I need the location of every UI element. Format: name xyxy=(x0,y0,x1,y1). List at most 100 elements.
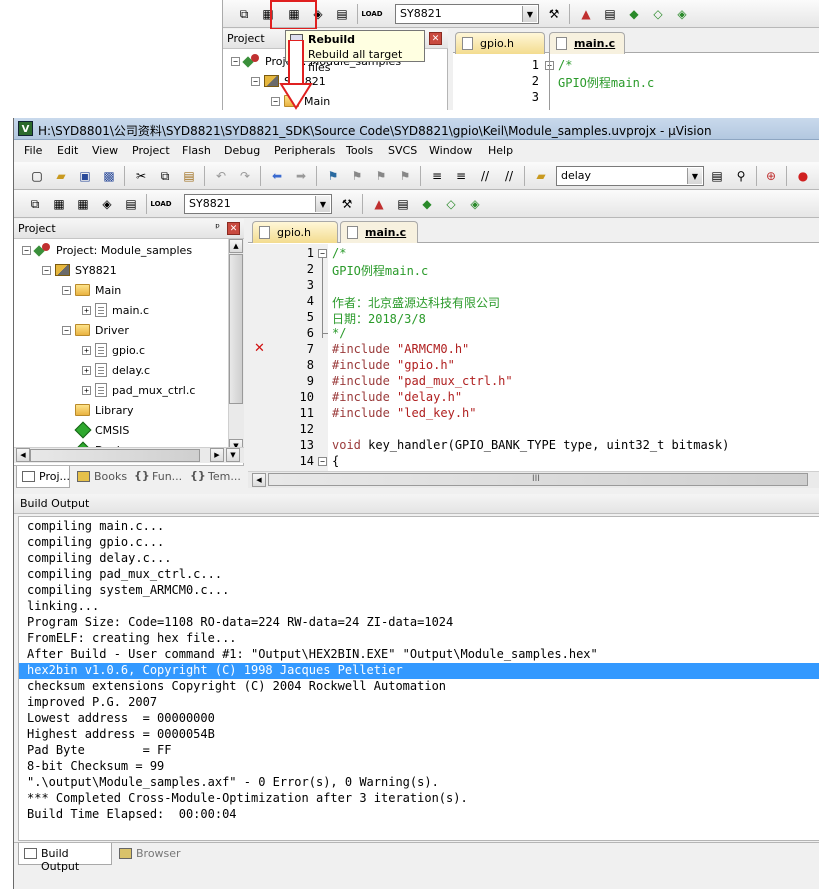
save-icon[interactable]: ▣ xyxy=(76,167,94,185)
collapse-icon[interactable]: − xyxy=(62,285,71,295)
tab-browser[interactable]: Browser xyxy=(114,843,184,865)
tree-item[interactable]: − Driver xyxy=(62,321,129,339)
output-line[interactable]: compiling pad_mux_ctrl.c... xyxy=(19,567,819,583)
translate-icon[interactable]: ⧉ xyxy=(235,5,253,23)
output-line[interactable]: 8-bit Checksum = 99 xyxy=(19,759,819,775)
menu-flash[interactable]: Flash xyxy=(182,144,211,157)
scroll-right-icon[interactable]: ▶ xyxy=(210,448,224,462)
inset-tab-gpio-h[interactable]: gpio.h xyxy=(455,32,545,54)
scroll-left-icon[interactable]: ◀ xyxy=(252,473,266,487)
rebuild-icon[interactable]: ▦ xyxy=(74,195,92,213)
tree-item[interactable]: + gpio.c xyxy=(82,341,145,359)
tab-templates[interactable]: {} Tem... xyxy=(186,466,244,488)
manage-components-icon[interactable]: ▲ xyxy=(370,195,388,213)
tab-functions[interactable]: {} Fun... xyxy=(130,466,186,488)
cut-icon[interactable]: ✂ xyxy=(132,167,150,185)
menu-project[interactable]: Project xyxy=(132,144,170,157)
output-line[interactable]: After Build - User command #1: "Output\H… xyxy=(19,647,819,663)
find-icon[interactable]: ⚲ xyxy=(732,167,750,185)
run-time-environment-icon[interactable]: ◈ xyxy=(673,5,691,23)
output-line-selected[interactable]: hex2bin v1.0.6, Copyright (C) 1998 Jacqu… xyxy=(19,663,819,679)
indent-icon[interactable]: ≡ xyxy=(428,167,446,185)
target-select[interactable]: SY8821 ▼ xyxy=(395,4,539,24)
build-icon[interactable]: ▦ xyxy=(50,195,68,213)
output-line[interactable]: Build Time Elapsed: 00:00:04 xyxy=(19,807,819,823)
bookmark-icon[interactable]: ⚑ xyxy=(324,167,342,185)
tree-item[interactable]: + delay.c xyxy=(82,361,150,379)
output-line[interactable]: compiling gpio.c... xyxy=(19,535,819,551)
debug-session-icon[interactable]: ⊕ xyxy=(762,167,780,185)
output-line[interactable]: Program Size: Code=1108 RO-data=224 RW-d… xyxy=(19,615,819,631)
comment-icon[interactable]: // xyxy=(476,167,494,185)
nav-back-icon[interactable]: ⬅ xyxy=(268,167,286,185)
stop-build-icon[interactable]: ▤ xyxy=(333,5,351,23)
options-wand-icon[interactable]: ⚒ xyxy=(545,5,563,23)
output-line[interactable]: *** Completed Cross-Module-Optimization … xyxy=(19,791,819,807)
incremental-find-icon[interactable]: ▤ xyxy=(708,167,726,185)
tab-books[interactable]: Books xyxy=(72,466,130,488)
tab-build-output[interactable]: Build Output xyxy=(18,843,112,873)
file-extensions-icon[interactable]: ▤ xyxy=(394,195,412,213)
scroll-down-icon[interactable]: ▼ xyxy=(226,448,240,462)
expand-icon[interactable]: + xyxy=(82,305,91,315)
menu-peripherals[interactable]: Peripherals xyxy=(274,144,335,157)
menu-debug[interactable]: Debug xyxy=(224,144,260,157)
scroll-left-icon[interactable]: ◀ xyxy=(16,448,30,462)
menu-svcs[interactable]: SVCS xyxy=(388,144,417,157)
tree-item[interactable]: + main.c xyxy=(82,301,149,319)
output-line[interactable]: checksum extensions Copyright (C) 2004 R… xyxy=(19,679,819,695)
prev-bookmark-icon[interactable]: ⚑ xyxy=(348,167,366,185)
tree-item[interactable]: + pad_mux_ctrl.c xyxy=(82,381,195,399)
collapse-icon[interactable]: − xyxy=(42,265,51,275)
pack-installer-icon[interactable]: ◆ xyxy=(418,195,436,213)
chevron-down-icon[interactable]: ▼ xyxy=(315,196,330,212)
project-tree-hscroll[interactable]: ◀ ▶ ▼ xyxy=(14,447,244,463)
pack-installer-icon[interactable]: ◆ xyxy=(625,5,643,23)
save-all-icon[interactable]: ▩ xyxy=(100,167,118,185)
tree-item[interactable]: − SY8821 xyxy=(42,261,117,279)
chevron-down-icon[interactable]: ▼ xyxy=(687,168,702,184)
options-wand-icon[interactable]: ⚒ xyxy=(338,195,356,213)
expand-icon[interactable]: + xyxy=(82,365,91,375)
close-icon[interactable]: ✕ xyxy=(429,32,442,45)
unindent-icon[interactable]: ≡ xyxy=(452,167,470,185)
tree-item[interactable]: Library xyxy=(62,401,133,419)
uncomment-icon[interactable]: // xyxy=(500,167,518,185)
menu-tools[interactable]: Tools xyxy=(346,144,373,157)
select-software-packs-icon[interactable]: ◇ xyxy=(442,195,460,213)
editor-hscroll[interactable]: ◀ III xyxy=(248,471,819,488)
tree-item[interactable]: − Main xyxy=(62,281,121,299)
translate-icon[interactable]: ⧉ xyxy=(26,195,44,213)
download-icon[interactable]: LOAD xyxy=(150,195,171,213)
menu-window[interactable]: Window xyxy=(429,144,472,157)
tab-project[interactable]: Proj... xyxy=(16,466,70,488)
menu-view[interactable]: View xyxy=(92,144,118,157)
collapse-icon[interactable]: − xyxy=(62,325,71,335)
download-icon[interactable]: LOAD xyxy=(361,5,382,23)
open-folder-icon[interactable]: ▰ xyxy=(52,167,70,185)
find-combo[interactable]: delay ▼ xyxy=(556,166,704,186)
menu-help[interactable]: Help xyxy=(488,144,513,157)
copy-icon[interactable]: ⧉ xyxy=(156,167,174,185)
redo-icon[interactable]: ↷ xyxy=(236,167,254,185)
menu-edit[interactable]: Edit xyxy=(57,144,78,157)
chevron-down-icon[interactable]: ▼ xyxy=(522,6,537,22)
paste-icon[interactable]: ▤ xyxy=(180,167,198,185)
select-software-packs-icon[interactable]: ◇ xyxy=(649,5,667,23)
output-line[interactable]: compiling delay.c... xyxy=(19,551,819,567)
expand-icon[interactable]: + xyxy=(82,345,91,355)
scroll-thumb[interactable] xyxy=(30,449,200,462)
output-line[interactable]: Lowest address = 00000000 xyxy=(19,711,819,727)
tree-item[interactable]: CMSIS xyxy=(62,421,129,439)
project-tree-vscroll[interactable]: ▲ ▼ xyxy=(228,239,244,455)
find-in-files-icon[interactable]: ▰ xyxy=(532,167,550,185)
output-line[interactable]: Highest address = 0000054B xyxy=(19,727,819,743)
batch-build-icon[interactable]: ◈ xyxy=(98,195,116,213)
undo-icon[interactable]: ↶ xyxy=(212,167,230,185)
output-line[interactable]: compiling main.c... xyxy=(19,519,819,535)
scroll-up-icon[interactable]: ▲ xyxy=(229,239,243,253)
collapse-icon[interactable]: − xyxy=(22,245,31,255)
output-line[interactable]: ".\output\Module_samples.axf" - 0 Error(… xyxy=(19,775,819,791)
pin-icon[interactable]: ᵖ xyxy=(215,221,220,234)
menu-file[interactable]: File xyxy=(24,144,42,157)
